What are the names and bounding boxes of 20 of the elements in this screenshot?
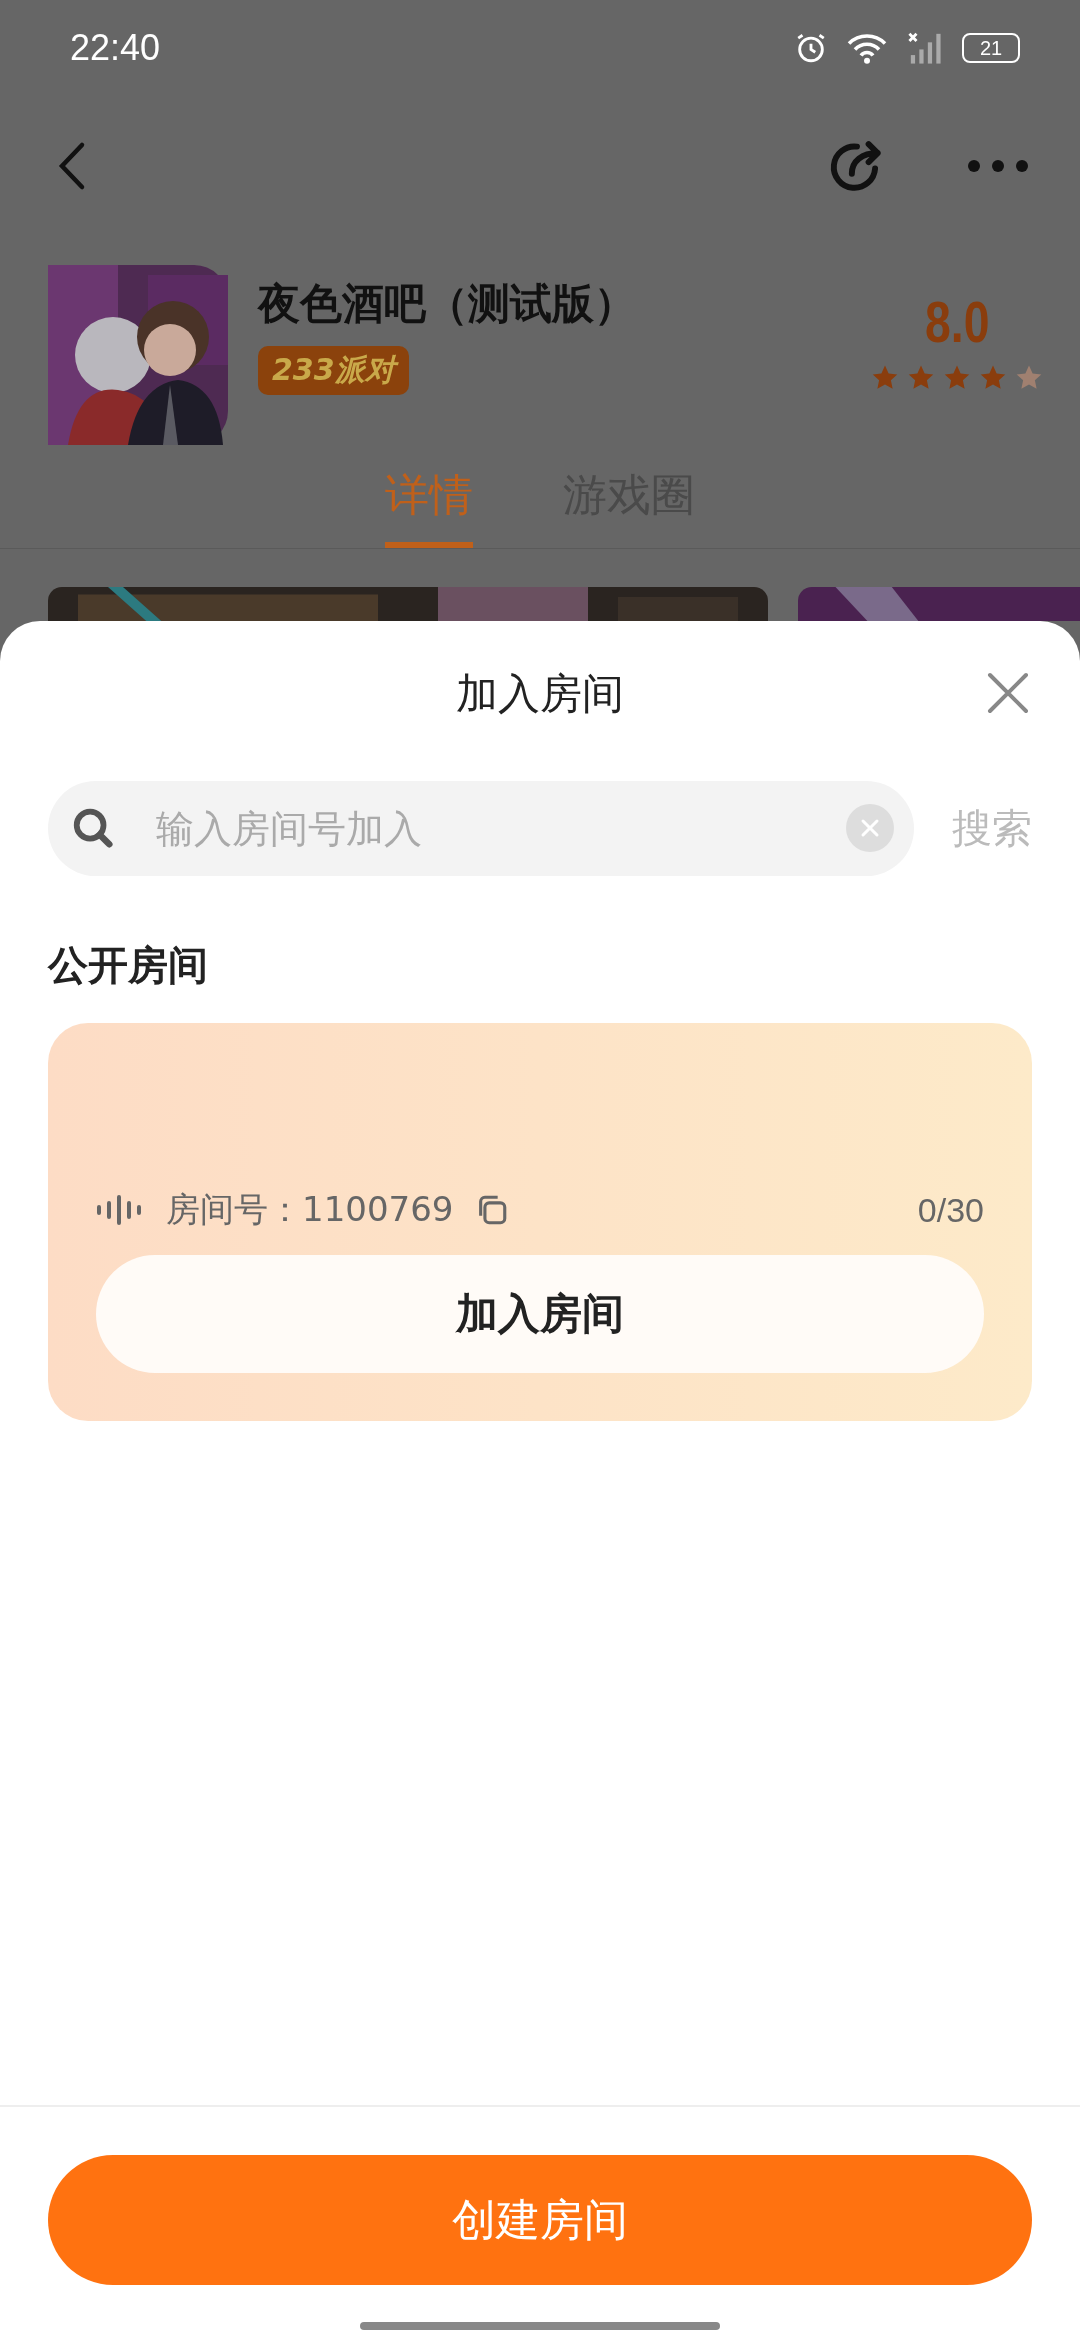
create-room-button[interactable]: 创建房间 [48,2155,1032,2285]
sheet-title: 加入房间 [456,667,624,720]
status-time: 22:40 [70,27,161,69]
room-occupancy: 0/30 [917,1190,984,1230]
search-field[interactable]: 输入房间号加入 [48,781,914,876]
tab[interactable]: 详情 [385,453,473,548]
rating-score: 8.0 [924,287,990,355]
sound-wave-icon [96,1195,144,1225]
battery-icon: 21 [962,33,1020,63]
app-badge: 233派对 [258,345,409,395]
search-button[interactable]: 搜索 [952,801,1032,856]
back-icon[interactable] [56,141,86,191]
close-icon[interactable] [986,671,1030,715]
section-title: 公开房间 [46,941,209,990]
wifi-icon [846,31,888,65]
room-number: 房间号：1100769 [166,1188,454,1231]
app-title: 夜色酒吧（测试版） [258,277,636,330]
join-room-button[interactable]: 加入房间 [96,1255,984,1373]
more-icon[interactable] [966,158,1030,174]
signal-icon [906,31,944,65]
